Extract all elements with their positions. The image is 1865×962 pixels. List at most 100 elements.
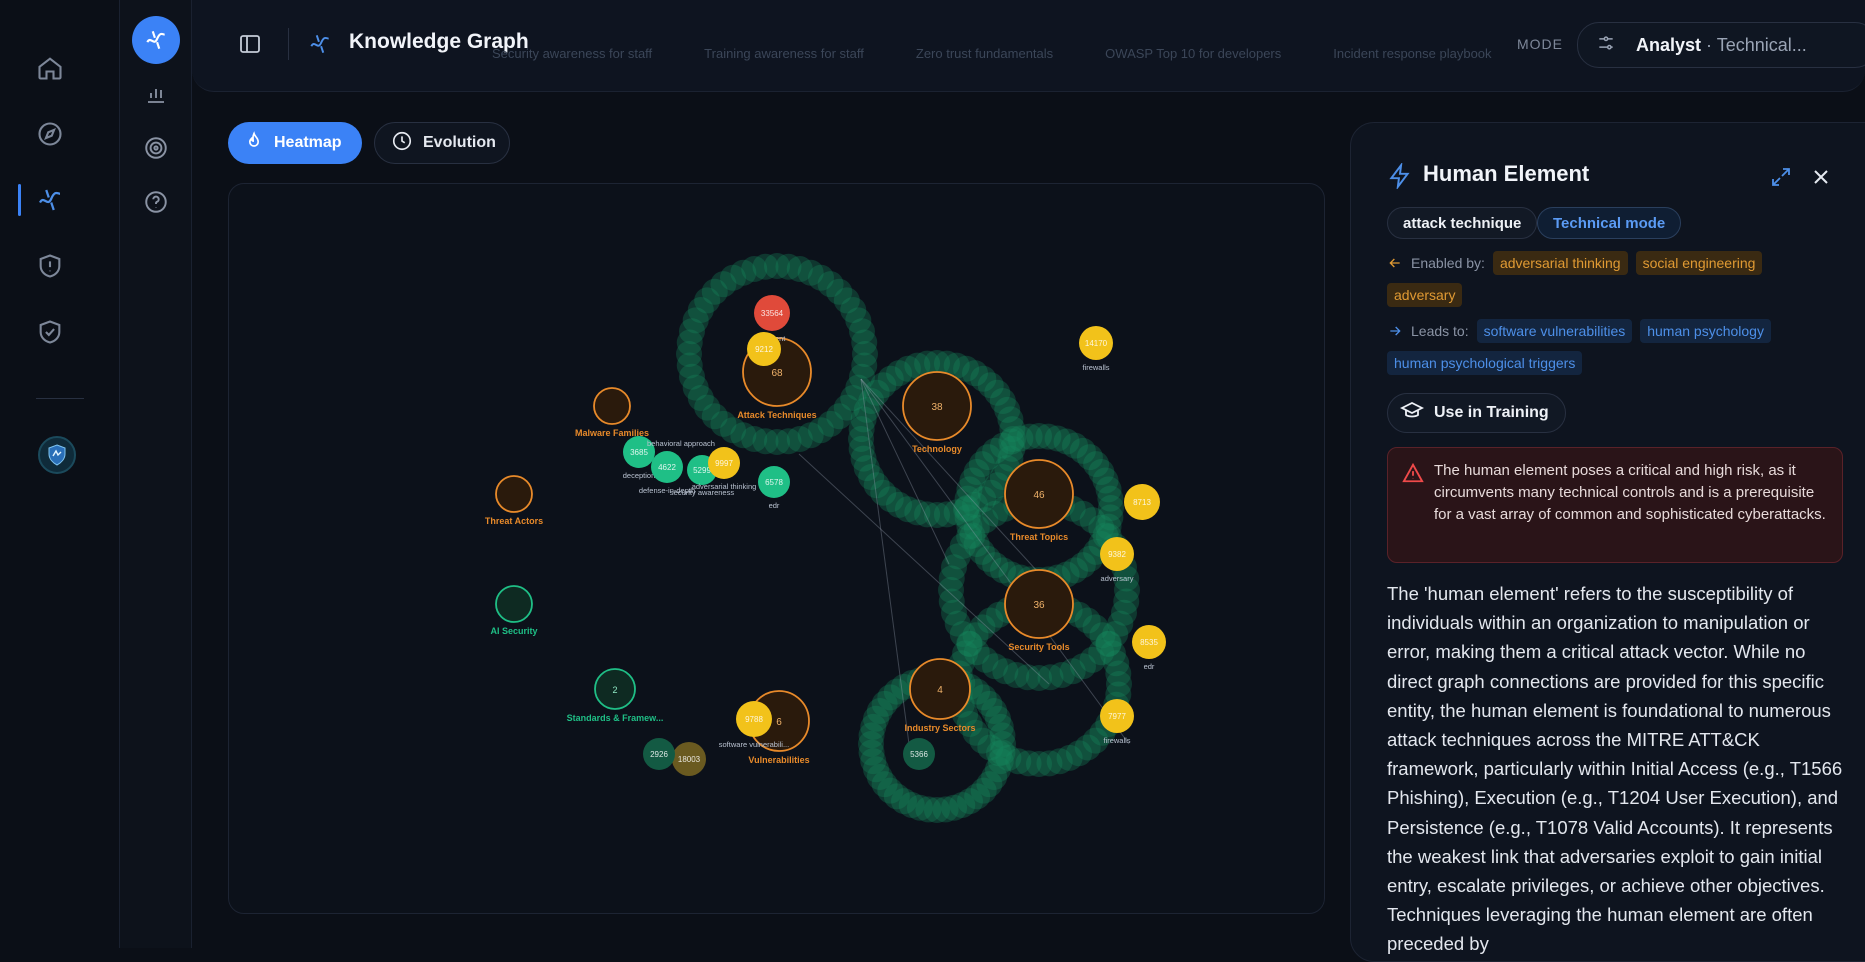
risk-alert-text: The human element poses a critical and h… — [1434, 462, 1826, 523]
enabled-by-tag[interactable]: social engineering — [1635, 251, 1763, 275]
node-count: 4622 — [658, 463, 676, 472]
use-in-training-label: Use in Training — [1434, 404, 1549, 421]
leads-to-row: Leads to: software vulnerabilities human… — [1387, 319, 1827, 375]
ghost-tab[interactable]: OWASP Top 10 for developers — [1105, 46, 1281, 61]
ring-node — [1105, 660, 1132, 687]
enabled-by-label: Enabled by: — [1387, 255, 1485, 271]
clock-icon — [391, 130, 413, 157]
enabled-by-text: Enabled by: — [1411, 255, 1485, 271]
entity-mode-chip: Technical mode — [1537, 207, 1682, 239]
graph-mode-button[interactable] — [132, 16, 180, 64]
leads-to-text: Leads to: — [1411, 323, 1469, 339]
node-count: 3685 — [630, 448, 648, 457]
sliders-icon — [1596, 33, 1616, 58]
node-label: edr — [769, 501, 780, 510]
close-icon[interactable] — [1809, 165, 1833, 194]
node-count: 18003 — [678, 755, 701, 764]
cluster-count: 6 — [776, 717, 782, 728]
node-count: 8535 — [1140, 638, 1158, 647]
chart-icon[interactable] — [140, 78, 172, 110]
expand-icon[interactable] — [1769, 165, 1793, 194]
node-count: 9212 — [755, 345, 773, 354]
help-icon[interactable] — [140, 186, 172, 218]
mode-select[interactable]: Analyst · Technical... — [1577, 22, 1865, 68]
cluster-label: Threat Actors — [485, 516, 543, 526]
knowledge-graph-title-icon — [306, 30, 334, 58]
entity-description: The 'human element' refers to the suscep… — [1387, 583, 1843, 955]
enabled-by-row: Enabled by: adversarial thinking social … — [1387, 251, 1827, 307]
tab-heatmap[interactable]: Heatmap — [228, 122, 362, 164]
compass-icon[interactable] — [34, 118, 66, 150]
node-label: firewalls — [1103, 736, 1130, 745]
node-count: 14170 — [1085, 339, 1108, 348]
cluster-count: 46 — [1033, 490, 1045, 501]
cluster-hub — [495, 475, 533, 513]
cluster-count: 4 — [937, 685, 943, 696]
cluster-count: 36 — [1033, 600, 1045, 611]
knowledge-graph-icon[interactable] — [34, 184, 66, 216]
cluster-label: Standards & Framew... — [567, 713, 664, 723]
node-label: firewalls — [1082, 363, 1109, 372]
ghost-tabs: Security awareness for staff Training aw… — [492, 46, 1492, 61]
mode-value: Analyst · Technical... — [1636, 35, 1807, 56]
leads-to-tag[interactable]: human psychological triggers — [1387, 351, 1583, 375]
cluster-count: 2 — [612, 685, 617, 695]
node-count: 5366 — [910, 750, 928, 759]
cluster-hub — [495, 585, 533, 623]
leads-to-tag[interactable]: software vulnerabilities — [1476, 319, 1633, 343]
arrow-right-icon — [1390, 326, 1401, 336]
node-label: deception — [623, 471, 656, 480]
entity-detail-panel: Human Element attack technique Technical… — [1350, 122, 1865, 962]
shield-check-icon[interactable] — [34, 316, 66, 348]
enabled-by-tag[interactable]: adversary — [1387, 283, 1463, 307]
tab-evolution-label: Evolution — [423, 134, 496, 151]
tab-evolution[interactable]: Evolution — [374, 122, 510, 164]
node-label: software vulnerabili... — [719, 740, 789, 749]
primary-nav-rail — [0, 0, 120, 948]
node-count: 6578 — [765, 478, 783, 487]
risk-alert: The human element poses a critical and h… — [1387, 447, 1843, 563]
node-count: 7977 — [1108, 712, 1126, 721]
cluster-label: Threat Topics — [1010, 532, 1068, 542]
cluster-label: Vulnerabilities — [748, 755, 809, 765]
entity-type-chip: attack technique — [1387, 207, 1538, 239]
graph-canvas[interactable]: 68 Attack Techniques 38 Technology 46 Threat … — [228, 183, 1325, 914]
ring-node — [989, 722, 1016, 749]
node-count: 9997 — [715, 459, 733, 468]
node-label: behavioral approach — [647, 439, 715, 448]
sidebar-toggle-icon[interactable] — [236, 30, 264, 58]
ghost-tab[interactable]: Security awareness for staff — [492, 46, 652, 61]
cluster-hub — [593, 387, 631, 425]
ghost-tab[interactable]: Incident response playbook — [1333, 46, 1491, 61]
entity-title: Human Element — [1423, 161, 1590, 186]
node-label: adversary — [1101, 574, 1134, 583]
cluster-count: 68 — [771, 368, 783, 379]
cluster-label: Security Tools — [1008, 642, 1069, 652]
ghost-tab[interactable]: Training awareness for staff — [704, 46, 864, 61]
target-icon[interactable] — [140, 132, 172, 164]
tab-heatmap-label: Heatmap — [274, 134, 342, 151]
graph-svg[interactable]: 68Attack Techniques38Technology46Threat … — [229, 184, 1325, 914]
leads-to-label: Leads to: — [1387, 323, 1469, 339]
topbar-separator — [288, 28, 289, 60]
shield-alert-icon[interactable] — [34, 250, 66, 282]
leads-to-tag[interactable]: human psychology — [1640, 319, 1771, 343]
enabled-by-tag[interactable]: adversarial thinking — [1492, 251, 1628, 275]
use-in-training-button[interactable]: Use in Training — [1387, 393, 1566, 433]
warning-triangle-icon — [1402, 462, 1424, 489]
mode-value-main: Analyst — [1636, 34, 1702, 55]
arrow-left-icon — [1389, 258, 1400, 268]
top-bar: Knowledge Graph Security awareness for s… — [192, 0, 1865, 92]
cluster-label: Attack Techniques — [737, 410, 816, 420]
ring-node — [851, 329, 878, 356]
lightning-icon — [1387, 161, 1413, 194]
mode-value-sub: · Technical... — [1706, 34, 1807, 55]
rail-divider — [36, 398, 84, 399]
home-icon[interactable] — [34, 52, 66, 84]
cluster-count: 38 — [931, 402, 943, 413]
node-count: 9382 — [1108, 550, 1126, 559]
app-logo[interactable] — [38, 436, 76, 474]
ghost-tab[interactable]: Zero trust fundamentals — [916, 46, 1053, 61]
ring-node — [1097, 485, 1124, 512]
active-indicator — [18, 184, 21, 216]
